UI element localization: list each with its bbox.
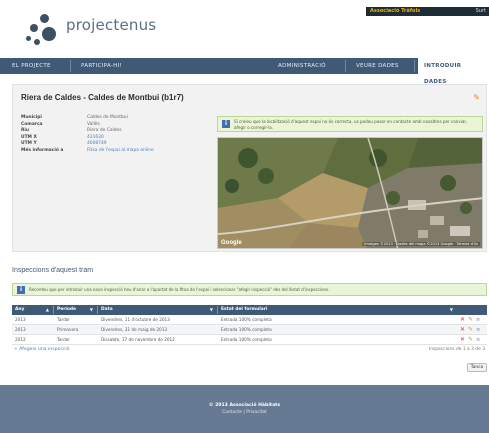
- inspections-alert-text: Recordeu que per introduir una nova insp…: [29, 287, 330, 292]
- edit-pencil-icon[interactable]: ✎: [468, 315, 473, 325]
- cell-estat: Entrada 100% completa: [221, 327, 272, 332]
- footer: © 2013 Associació Hàbitats Contacte | Pr…: [0, 385, 489, 433]
- cell-periode: Tardor: [57, 337, 71, 342]
- map-attribution[interactable]: Imatges ©2013 · Dades del mapa ©2013 Goo…: [362, 242, 480, 246]
- inspections-alert: i Recordeu que per introduir una nova in…: [12, 283, 487, 296]
- pagination-info: Inspeccions de 1 a 3 de 3: [428, 347, 485, 352]
- cell-data: Divendres, 31 de maig de 2013: [101, 327, 168, 332]
- user-name-link[interactable]: Associació Tràfols: [370, 7, 420, 16]
- edit-pencil-icon[interactable]: ✎: [468, 325, 473, 335]
- logout-link[interactable]: Surt: [476, 7, 486, 16]
- view-icon[interactable]: ≡: [476, 315, 480, 325]
- inspections-table: Any ▲ Període ▼ Data ▼ Estat del formulari ▼…: [12, 305, 487, 345]
- nav-divider: [414, 60, 415, 72]
- location-note-text: Si creieu que la localització d'aquest e…: [234, 119, 468, 130]
- logo-icon[interactable]: [26, 14, 60, 46]
- page: projectenus Associació Tràfols Surt EL P…: [0, 0, 489, 433]
- column-header-estat[interactable]: Estat del formulari ▼: [218, 305, 456, 315]
- add-inspection-link[interactable]: + Afegeix una inspecció: [14, 347, 70, 352]
- location-note: i Si creieu que la localització d'aquest…: [217, 116, 483, 132]
- delete-icon[interactable]: ✕: [460, 335, 465, 345]
- nav-item-veure-dades[interactable]: VEURE DADES: [350, 58, 405, 74]
- site-detail-card: Riera de Caldes - Caldes de Montbui (b1r…: [12, 84, 487, 252]
- nav-item-projecte[interactable]: EL PROJECTE: [6, 58, 57, 74]
- cell-data: Dissabte, 17 de novembre de 2012: [101, 337, 175, 342]
- more-info-link[interactable]: Fitxa de l'espai al mapa online: [87, 148, 154, 153]
- satellite-map[interactable]: Google Imatges ©2013 · Dades del mapa ©2…: [217, 137, 483, 249]
- edit-pencil-icon[interactable]: ✎: [468, 335, 473, 345]
- logo-text[interactable]: projectenus: [66, 16, 156, 34]
- map-imagery: [218, 138, 482, 248]
- delete-icon[interactable]: ✕: [460, 315, 465, 325]
- cell-any: 2013: [15, 327, 26, 332]
- table-row[interactable]: 2012 Tardor Dissabte, 17 de novembre de …: [12, 335, 487, 345]
- view-icon[interactable]: ≡: [476, 325, 480, 335]
- sort-arrow-icon: ▼: [89, 307, 93, 312]
- info-value: 431630: [87, 134, 104, 140]
- sort-arrow-icon: ▼: [449, 307, 453, 312]
- nav-item-introduir-dades[interactable]: INTRODUIR DADES: [418, 58, 489, 85]
- user-bar: Associació Tràfols Surt: [366, 7, 489, 16]
- cell-periode: Tardor: [57, 317, 71, 322]
- info-value: Vallès: [87, 121, 100, 127]
- site-info-list: Municipi Caldes de Montbui Comarca Vallès …: [21, 115, 211, 154]
- nav-divider: [70, 60, 71, 72]
- table-row[interactable]: 2013 Primavera Divendres, 31 de maig de …: [12, 325, 487, 335]
- cell-estat: Entrada 100% completa: [221, 337, 272, 342]
- inspections-title: Inspeccions d'aquest tram: [12, 267, 94, 274]
- info-row: Més informació a Fitxa de l'espai al mapa…: [21, 148, 211, 155]
- info-value: Riera de Caldes: [87, 128, 122, 133]
- view-icon[interactable]: ≡: [476, 335, 480, 345]
- cell-data: Divendres, 11 d'octubre de 2013: [101, 317, 170, 322]
- column-header-periode[interactable]: Període ▼: [54, 305, 96, 315]
- nav-item-participa[interactable]: PARTICIPA-HI!: [75, 58, 128, 74]
- sort-arrow-icon: ▲: [45, 307, 49, 312]
- cell-any: 2013: [15, 317, 26, 322]
- column-header-any[interactable]: Any ▲: [12, 305, 52, 315]
- info-value: 4608749: [87, 141, 107, 146]
- table-header: Any ▲ Període ▼ Data ▼ Estat del formulari ▼: [12, 305, 487, 315]
- edit-pencil-icon[interactable]: ✎: [473, 93, 480, 102]
- info-icon: i: [17, 286, 25, 294]
- info-icon: i: [222, 120, 230, 128]
- cell-estat: Entrada 100% completa: [221, 317, 272, 322]
- cell-any: 2012: [15, 337, 26, 342]
- site-title: Riera de Caldes - Caldes de Montbui (b1r…: [21, 93, 184, 102]
- map-brand: Google: [221, 240, 242, 246]
- nav-divider: [345, 60, 346, 72]
- info-value: Caldes de Montbui: [87, 115, 128, 120]
- table-row[interactable]: 2013 Tardor Divendres, 11 d'octubre de 2…: [12, 315, 487, 325]
- close-button[interactable]: Tanca: [467, 363, 487, 372]
- footer-links[interactable]: Contacte | Privacitat: [0, 410, 489, 415]
- footer-copyright[interactable]: © 2013 Associació Hàbitats: [0, 403, 489, 408]
- delete-icon[interactable]: ✕: [460, 325, 465, 335]
- info-key: Més informació a: [21, 147, 64, 153]
- header: projectenus Associació Tràfols Surt: [0, 0, 489, 52]
- cell-periode: Primavera: [57, 327, 79, 332]
- main-nav: EL PROJECTE PARTICIPA-HI! ADMINISTRACIÓ …: [0, 58, 489, 85]
- sort-arrow-icon: ▼: [209, 307, 213, 312]
- column-header-data[interactable]: Data ▼: [98, 305, 216, 315]
- nav-item-administracio[interactable]: ADMINISTRACIÓ: [272, 58, 332, 74]
